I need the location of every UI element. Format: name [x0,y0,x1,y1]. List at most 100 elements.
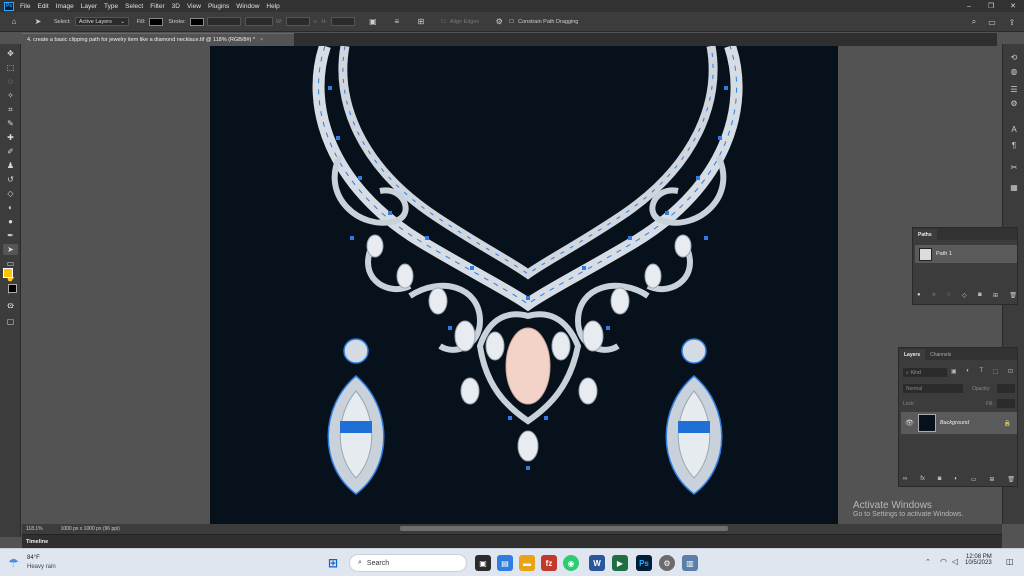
adjustments-icon[interactable]: ☰ [1008,84,1020,94]
app-2-icon[interactable]: ▥ [682,555,698,571]
wifi-icon[interactable]: ◠ [940,557,947,566]
search-box[interactable]: ⌕ Search [349,554,467,572]
pixel-filter-icon[interactable]: ▣ [951,368,957,375]
shape-filter-icon[interactable]: ⬚ [993,368,999,375]
close-icon[interactable]: ✕ [1002,0,1024,12]
photoshop-taskbar-icon[interactable]: Ps [636,555,652,571]
healing-brush-tool-icon[interactable]: ✚ [3,132,18,143]
menu-edit[interactable]: Edit [37,3,48,10]
new-group-icon[interactable]: ▭ [971,476,977,483]
weather-icon[interactable]: ☂ [8,556,19,570]
color-icon[interactable]: ◍ [1008,66,1020,76]
document-size[interactable]: 1000 px x 1000 px (96 ppi) [61,526,120,532]
magic-wand-tool-icon[interactable]: ✧ [3,90,18,101]
menu-help[interactable]: Help [266,3,279,10]
menu-image[interactable]: Image [56,3,74,10]
folder-icon[interactable]: ▬ [519,555,535,571]
marquee-tool-icon[interactable]: ⬚ [3,62,18,73]
opacity-field[interactable] [997,384,1015,393]
chrome-icon[interactable]: ◉ [563,555,579,571]
share-icon[interactable]: ⇪ [1006,16,1018,28]
direct-selection-tool-icon[interactable]: ➤ [3,244,18,255]
filezilla-icon[interactable]: fz [541,555,557,571]
minimize-icon[interactable]: – [958,0,980,12]
menu-plugins[interactable]: Plugins [208,3,229,10]
paragraph-icon[interactable]: ¶ [1008,140,1020,150]
delete-path-icon[interactable]: 🗑 [1009,292,1017,299]
clock[interactable]: 12:08 PM 10/5/2023 [965,554,992,566]
new-path-icon[interactable]: ⊞ [993,292,998,299]
layer-mask-icon[interactable]: ◙ [938,476,942,483]
pen-tool-icon[interactable]: ✒ [3,230,18,241]
history-brush-tool-icon[interactable]: ↺ [3,174,18,185]
document-canvas[interactable] [210,46,838,524]
menu-window[interactable]: Window [236,3,259,10]
link-icon[interactable]: ∞ [313,19,317,25]
tools-preset-icon[interactable]: ✂ [1008,162,1020,172]
history-icon[interactable]: ⟲ [1008,52,1020,62]
gradient-tool-icon[interactable]: ◐ [3,202,18,213]
fill-path-icon[interactable]: ● [917,292,921,299]
path-alignment-icon[interactable]: ≡ [391,16,403,28]
eyedropper-tool-icon[interactable]: ✎ [3,118,18,129]
delete-layer-icon[interactable]: 🗑 [1007,476,1015,483]
lasso-tool-icon[interactable]: ◌ [3,76,18,87]
tray-chevron-icon[interactable]: ⌃ [925,558,931,566]
photoshop-logo[interactable]: Ps [4,1,14,11]
stroke-path-icon[interactable]: ○ [932,292,936,299]
weather-temp[interactable]: 84°F [27,555,40,561]
stroke-type-dropdown[interactable] [244,17,273,26]
menu-file[interactable]: File [20,3,30,10]
path-row[interactable]: Path 1 [915,245,1017,263]
eraser-tool-icon[interactable]: ◇ [3,188,18,199]
foreground-color-swatch[interactable] [3,268,13,278]
stroke-swatch[interactable] [189,17,204,26]
brush-tool-icon[interactable]: ✐ [3,146,18,157]
zoom-level[interactable]: 118.1% [26,526,43,532]
align-edges-checkbox[interactable]: ☐ [441,19,446,25]
tab-paths[interactable]: Paths [913,229,937,240]
fill-field[interactable] [997,399,1015,408]
layer-style-icon[interactable]: fx [920,476,925,483]
task-view-icon[interactable]: ▣ [475,555,491,571]
clone-stamp-tool-icon[interactable]: ♟ [3,160,18,171]
volume-icon[interactable]: ◁ [952,557,958,566]
move-tool-icon[interactable]: ✥ [3,48,18,59]
screen-mode-icon[interactable]: ▢ [3,316,18,327]
start-icon[interactable]: ⊞ [325,555,341,571]
menu-3d[interactable]: 3D [172,3,180,10]
width-field[interactable] [286,17,311,26]
make-work-path-icon[interactable]: ◇ [962,292,967,299]
restore-icon[interactable]: ❐ [980,0,1002,12]
weather-desc[interactable]: Heavy rain [27,564,56,570]
character-icon[interactable]: A [1008,124,1020,134]
horizontal-scrollbar[interactable] [400,526,728,531]
blend-mode-dropdown[interactable]: Normal [903,384,963,393]
tab-close-icon[interactable]: × [260,37,263,43]
fill-swatch[interactable] [149,17,164,26]
notification-icon[interactable]: ◫ [1006,557,1014,566]
home-icon[interactable]: ⌂ [8,16,20,28]
layer-kind-filter[interactable]: ⌕ Kind [903,368,947,377]
document-tab[interactable]: 4. create a basic clipping path for jewe… [22,33,294,46]
height-field[interactable] [330,17,355,26]
dodge-tool-icon[interactable]: ● [3,216,18,227]
app-icon[interactable]: ▶ [612,555,628,571]
link-layers-icon[interactable]: ∞ [903,476,907,483]
adjustment-filter-icon[interactable]: ◐ [966,368,970,375]
tab-layers[interactable]: Layers [899,349,926,360]
workspace-icon[interactable]: ▭ [986,16,998,28]
adjustment-layer-icon[interactable]: ◐ [954,476,958,483]
menu-type[interactable]: Type [104,3,118,10]
crop-tool-icon[interactable]: ⌗ [3,104,18,115]
add-mask-icon[interactable]: ◙ [978,292,982,299]
search-icon[interactable]: ⌕ [968,16,980,28]
background-color-swatch[interactable] [8,284,17,293]
settings-icon[interactable]: ⚙ [659,555,675,571]
path-operations-icon[interactable]: ▣ [367,16,379,28]
quick-mask-icon[interactable]: ◘ [3,300,18,311]
layer-row-background[interactable]: 👁 Background 🔒 [901,412,1017,434]
libraries-icon[interactable]: ▦ [1008,182,1020,192]
timeline-label[interactable]: Timeline [26,539,48,545]
eye-icon[interactable]: 👁 [905,419,914,427]
